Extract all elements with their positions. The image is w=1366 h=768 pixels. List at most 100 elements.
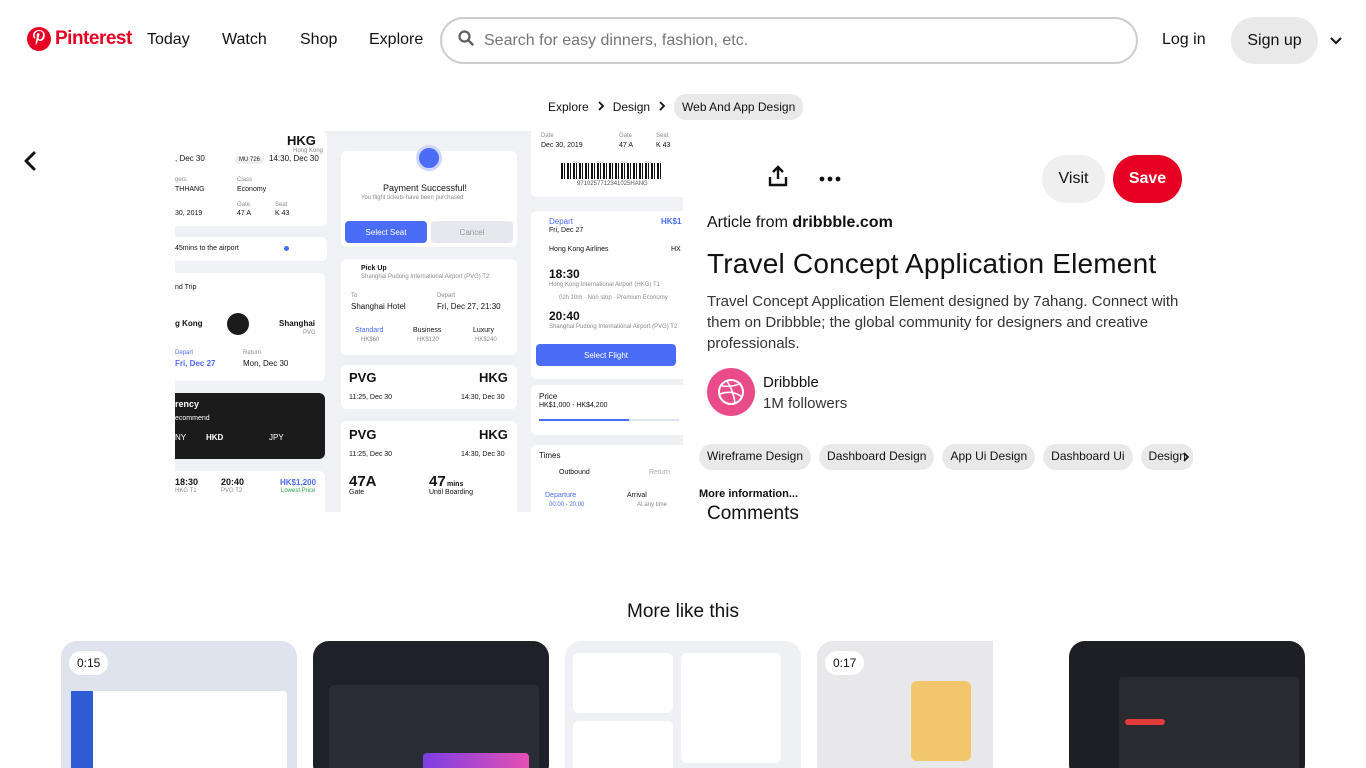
article-domain-link[interactable]: dribbble.com: [792, 214, 892, 231]
img-text: HK$240: [475, 337, 497, 343]
img-text: Hong Kong International Airport (HKG) T1: [549, 282, 660, 288]
img-text: mins: [447, 481, 464, 488]
img-text: 18:30: [549, 267, 580, 281]
login-link[interactable]: Log in: [1162, 31, 1206, 49]
barcode: [561, 163, 661, 179]
img-text: JPY: [269, 433, 284, 442]
img-text: 18:30: [175, 477, 199, 487]
nav-explore[interactable]: Explore: [369, 31, 423, 49]
img-text: Pick Up: [361, 265, 387, 272]
img-text: 00:00 - 20:00: [549, 502, 585, 508]
img-text: Gate: [349, 489, 365, 496]
tag-chip[interactable]: App Ui Design: [942, 444, 1036, 470]
search-input[interactable]: [484, 31, 1084, 50]
img-text: Seat: [656, 133, 669, 139]
breadcrumb-design[interactable]: Design: [613, 100, 650, 114]
img-text: At any time: [637, 502, 668, 508]
img-text: MU 726: [235, 156, 265, 164]
chevron-down-icon[interactable]: [1329, 33, 1343, 51]
img-text: Class: [237, 177, 253, 183]
thumb-sidebar: [71, 691, 93, 768]
payment-card: Payment Successful! You flight tickets h…: [341, 145, 517, 247]
save-button[interactable]: Save: [1113, 155, 1182, 203]
search-bar[interactable]: [440, 17, 1138, 64]
article-prefix: Article from: [707, 214, 793, 231]
thumb-card: [573, 653, 673, 713]
img-text: Hong Kong Airlines: [549, 246, 609, 253]
follower-count: 1M followers: [763, 395, 848, 412]
img-text: PVG T2: [221, 488, 243, 494]
route-card-1: PVG HKG 11:25, Dec 30 14:30, Dec 30: [341, 365, 517, 409]
currency-card: rency ecommend NY HKD JPY: [175, 393, 325, 459]
signup-button[interactable]: Sign up: [1231, 17, 1318, 64]
article-source: Article from dribbble.com: [707, 214, 893, 232]
chevron-right-icon[interactable]: [1182, 450, 1190, 468]
img-text: Seat: [275, 202, 288, 208]
img-text: Economy: [237, 186, 267, 193]
thumb-card: [573, 721, 673, 768]
price-card: Price HK$1,000 - HK$4,200: [531, 385, 683, 435]
img-text: Price: [539, 392, 558, 401]
breadcrumb-explore[interactable]: Explore: [548, 100, 589, 114]
img-text: HKG T1: [175, 488, 197, 494]
search-icon: [458, 30, 474, 51]
img-text: Dec 30, 2019: [541, 142, 583, 149]
more-options-icon[interactable]: [819, 170, 841, 188]
related-pin[interactable]: 0:15: [61, 641, 297, 768]
pin-image[interactable]: HKG , Dec 30 MU 726 Hong Kong 14:30, Dec…: [175, 131, 683, 512]
img-text: ecommend: [175, 415, 210, 422]
img-text: NY: [175, 433, 187, 442]
img-text: Shanghai Hotel: [351, 302, 406, 311]
img-text: Mon, Dec 30: [243, 359, 289, 368]
related-pin[interactable]: 0:17: [817, 641, 1053, 768]
share-icon[interactable]: [767, 165, 789, 192]
swap-icon: [227, 313, 249, 335]
img-text: Luxury: [473, 327, 495, 334]
img-text: Outbound: [559, 469, 590, 476]
img-text: 11:25, Dec 30: [349, 451, 393, 458]
img-text: HKD: [206, 433, 224, 442]
creator-name[interactable]: Dribbble: [763, 374, 819, 391]
img-text: Until Boarding: [429, 489, 473, 496]
comments-heading[interactable]: Comments: [707, 503, 799, 525]
breadcrumb-web-app-design[interactable]: Web And App Design: [674, 94, 804, 120]
img-text: , Dec 30: [175, 154, 205, 163]
img-text: Fri, Dec 27: [549, 227, 584, 234]
pinterest-logo[interactable]: Pinterest: [27, 27, 132, 51]
dribbble-avatar[interactable]: [707, 368, 755, 416]
visit-button[interactable]: Visit: [1042, 155, 1105, 203]
img-text: 47: [429, 473, 446, 490]
tag-chip[interactable]: Dashboard Design: [819, 444, 935, 470]
img-text: 11:25, Dec 30: [349, 394, 393, 401]
price-slider-fill: [539, 419, 629, 421]
img-text: Arrival: [627, 492, 647, 499]
img-text: K 43: [275, 210, 290, 217]
related-pin[interactable]: [565, 641, 801, 768]
tag-list: Wireframe Design Dashboard Design App Ui…: [699, 444, 1193, 470]
img-text: Shanghai: [279, 319, 316, 328]
img-text: Select Flight: [536, 344, 676, 366]
img-text: Business: [413, 327, 442, 334]
img-text: Depart: [437, 293, 456, 299]
flight-result-card: 18:30 20:40 HK$1,200 HKG T1 PVG T2 Lowes…: [175, 471, 325, 512]
img-text: gers: [175, 177, 187, 183]
tag-chip[interactable]: Wireframe Design: [699, 444, 812, 470]
img-text: To: [351, 293, 358, 299]
img-text: 9710257712341025HANG: [577, 181, 648, 187]
img-text: You flight tickets have been purchased: [361, 195, 464, 201]
nav-watch[interactable]: Watch: [222, 31, 267, 49]
img-text: Gate: [619, 133, 633, 139]
more-information-link[interactable]: More information...: [699, 488, 798, 500]
back-arrow-icon[interactable]: [22, 151, 40, 176]
img-text: 20:40: [221, 477, 245, 487]
pin-title: Travel Concept Application Element: [707, 248, 1157, 279]
ticket-card: Date Dec 30, 2019 Gate 47 A Seat K 43 97…: [531, 131, 683, 197]
img-text: Fri, Dec 27: [175, 359, 216, 368]
tag-chip[interactable]: Dashboard Ui: [1043, 444, 1133, 470]
img-text: HKG: [479, 370, 508, 385]
nav-shop[interactable]: Shop: [300, 31, 337, 49]
related-pin[interactable]: [1069, 641, 1305, 768]
nav-today[interactable]: Today: [147, 31, 190, 49]
img-text: Depart: [549, 217, 574, 226]
related-pin[interactable]: [313, 641, 549, 768]
